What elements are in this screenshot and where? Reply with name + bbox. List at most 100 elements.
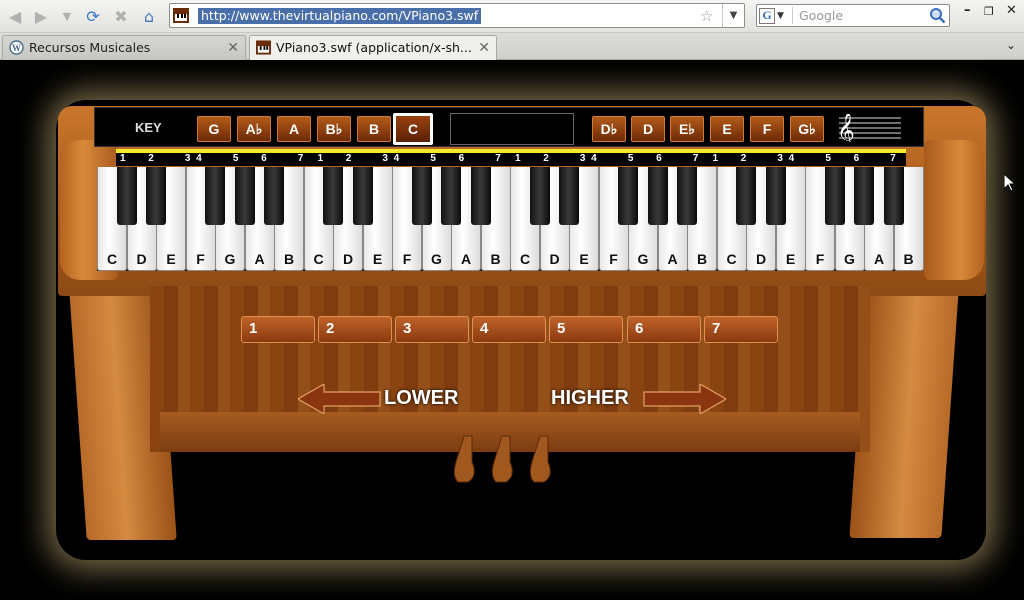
white-key-label: D: [549, 251, 560, 267]
black-key[interactable]: [234, 167, 255, 225]
octave-button[interactable]: 5: [549, 316, 623, 343]
black-key[interactable]: [677, 167, 697, 225]
black-key[interactable]: [441, 167, 461, 225]
url-dropdown-icon[interactable]: ▼: [722, 4, 744, 27]
white-key-label: D: [342, 251, 354, 267]
search-icon[interactable]: [929, 7, 946, 24]
white-key-label: B: [903, 251, 914, 267]
key-button[interactable]: G: [197, 116, 231, 142]
key-button[interactable]: C: [393, 113, 433, 145]
octave-button[interactable]: 3: [395, 316, 469, 343]
black-key[interactable]: [618, 167, 638, 225]
scale-degree-label: 7: [890, 153, 896, 164]
white-key-label: G: [637, 251, 649, 267]
white-key-label: G: [431, 251, 442, 267]
black-key[interactable]: [264, 167, 284, 225]
stop-icon[interactable]: ✖: [110, 6, 132, 26]
forward-icon[interactable]: ▶: [30, 6, 52, 26]
white-key-label: A: [873, 251, 885, 267]
chevron-down-icon: ▼: [777, 10, 784, 21]
key-button[interactable]: E♭: [670, 116, 704, 142]
minimize-icon[interactable]: –: [964, 3, 971, 18]
tab-recursos-musicales[interactable]: W Recursos Musicales ✕: [2, 35, 246, 60]
url-text[interactable]: http://www.thevirtualpiano.com/VPiano3.s…: [198, 8, 482, 24]
scale-degree-label: 1: [515, 153, 521, 164]
black-key[interactable]: [854, 167, 874, 225]
black-key[interactable]: [765, 167, 786, 225]
octave-button[interactable]: 2: [318, 316, 392, 343]
black-key[interactable]: [352, 167, 373, 225]
svg-text:𝄞: 𝄞: [837, 114, 855, 142]
tab-vpiano[interactable]: VPiano3.swf (application/x-sh... ✕: [249, 35, 497, 60]
octave-button[interactable]: 7: [704, 316, 778, 343]
black-key[interactable]: [205, 167, 225, 225]
search-input[interactable]: Google: [799, 8, 843, 23]
scale-degree-label: 5: [430, 153, 436, 164]
white-key-label: F: [815, 251, 825, 267]
key-button[interactable]: B: [357, 116, 391, 142]
scale-degree-label: 2: [740, 153, 747, 164]
lower-button[interactable]: LOWER: [384, 387, 458, 410]
scale-degree-label: 5: [627, 153, 634, 164]
scale-degree-label: 4: [196, 153, 202, 164]
scale-degree-label: 6: [853, 153, 860, 164]
white-key-label: G: [844, 251, 855, 267]
octave-button[interactable]: 6: [627, 316, 701, 343]
black-key[interactable]: [470, 167, 491, 225]
white-key-label: A: [254, 251, 265, 267]
scale-degree-label: 4: [788, 153, 795, 164]
reload-icon[interactable]: ⟳: [82, 6, 104, 26]
black-key[interactable]: [559, 167, 579, 225]
scale-degree-strip: 1234567123456712345671234567: [116, 153, 906, 166]
url-bar[interactable]: http://www.thevirtualpiano.com/VPiano3.s…: [169, 3, 745, 28]
close-tab-icon[interactable]: ✕: [478, 36, 490, 60]
close-tab-icon[interactable]: ✕: [227, 36, 239, 60]
tab-label: Recursos Musicales: [29, 40, 151, 55]
scale-degree-label: 4: [591, 153, 597, 164]
key-button[interactable]: D: [631, 116, 665, 142]
black-key[interactable]: [824, 167, 845, 225]
close-window-icon[interactable]: ✕: [1006, 3, 1017, 18]
scale-degree-label: 6: [458, 153, 465, 164]
black-key[interactable]: [323, 167, 343, 225]
tab-list-chevron-icon[interactable]: ⌄: [1006, 38, 1016, 52]
scale-degree-label: 7: [692, 153, 699, 164]
scale-degree-label: 3: [579, 153, 586, 164]
key-button[interactable]: F: [750, 116, 784, 142]
higher-arrow-icon[interactable]: [642, 384, 726, 414]
piano-pedals: [453, 435, 551, 483]
key-button[interactable]: B♭: [317, 116, 351, 142]
black-key[interactable]: [116, 167, 137, 225]
home-icon[interactable]: ⌂: [138, 6, 160, 26]
white-key-label: F: [609, 251, 618, 267]
search-engine-selector[interactable]: G ▼: [759, 7, 793, 24]
scale-degree-label: 1: [712, 153, 719, 164]
octave-button[interactable]: 1: [241, 316, 315, 343]
octave-button[interactable]: 4: [472, 316, 546, 343]
scale-degree-label: 6: [261, 153, 267, 164]
lower-arrow-icon[interactable]: [298, 384, 382, 414]
key-button[interactable]: G♭: [790, 116, 824, 142]
black-key[interactable]: [146, 167, 166, 225]
key-selector-bar: KEY 𝄞 G A♭ A B♭ B C D♭ D E♭ E F G♭: [94, 107, 924, 147]
history-dropdown-icon[interactable]: ▼: [56, 6, 78, 26]
bookmark-star-icon[interactable]: ☆: [700, 7, 713, 25]
tab-label: VPiano3.swf (application/x-sh...: [276, 40, 472, 55]
restore-icon[interactable]: ❐: [984, 5, 994, 18]
navigation-toolbar: ◀ ▶ ▼ ⟳ ✖ ⌂ http://www.thevirtualpiano.c…: [0, 0, 1024, 33]
key-button[interactable]: A: [277, 116, 311, 142]
black-key[interactable]: [736, 167, 756, 225]
key-display: [450, 113, 574, 145]
search-bar[interactable]: G ▼ Google: [756, 4, 950, 27]
black-key[interactable]: [647, 167, 668, 225]
key-button[interactable]: E: [710, 116, 744, 142]
black-key[interactable]: [883, 167, 904, 225]
black-key[interactable]: [529, 167, 550, 225]
key-button[interactable]: A♭: [237, 116, 271, 142]
wordpress-icon: W: [9, 40, 24, 55]
scale-degree-label: 6: [656, 153, 662, 164]
higher-button[interactable]: HIGHER: [551, 387, 629, 410]
black-key[interactable]: [411, 167, 432, 225]
key-button[interactable]: D♭: [592, 116, 626, 142]
back-icon[interactable]: ◀: [4, 6, 26, 26]
